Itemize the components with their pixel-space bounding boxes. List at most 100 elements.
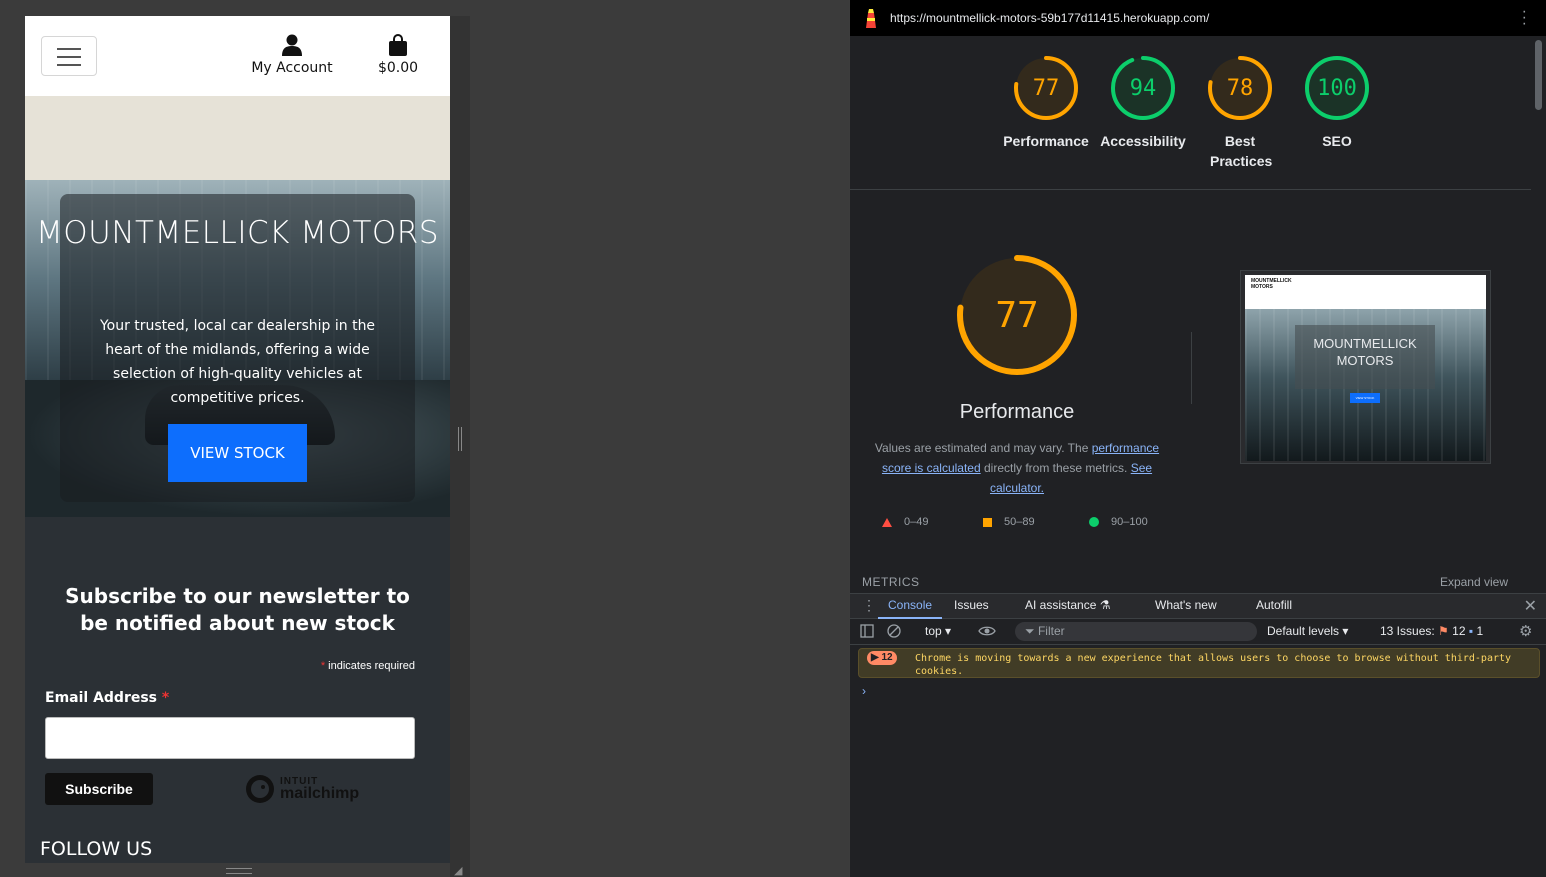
circle-icon (1089, 517, 1099, 527)
resize-handle-icon[interactable] (458, 427, 462, 451)
view-stock-button[interactable]: VIEW STOCK (168, 424, 307, 482)
score-gauge-best-practices[interactable]: 78 Best Practices (1190, 55, 1290, 171)
gauge-score: 94 (1129, 75, 1157, 101)
square-icon (983, 517, 992, 527)
legend-fail-label: 0–49 (904, 516, 929, 528)
score-gauge-accessibility[interactable]: 94 Accessibility (1093, 55, 1193, 151)
legend-fail: 0–49 (882, 516, 928, 528)
performance-description: Values are estimated and may vary. The p… (870, 438, 1164, 498)
corner-resize-handle-icon[interactable]: ◢ (454, 864, 466, 877)
gauge-label: Accessibility (1100, 133, 1186, 149)
mailchimp-freddie-icon (246, 775, 274, 803)
console-prompt[interactable]: › (862, 684, 866, 698)
performance-title: Performance (959, 401, 1075, 423)
lighthouse-icon (866, 9, 876, 28)
email-label-text: Email Address (45, 690, 158, 706)
gauge-score: 100 (1317, 75, 1357, 101)
drawer-menu-icon[interactable]: ⋮ (862, 597, 876, 614)
issues-label: 13 Issues: (1380, 624, 1435, 638)
chevron-down-icon: ▾ (1342, 624, 1349, 638)
context-value: top (925, 624, 942, 638)
log-levels-label: Default levels (1267, 624, 1340, 638)
description-text: Values are estimated and may vary. The (874, 441, 1092, 455)
scrollbar-thumb[interactable] (1535, 40, 1542, 110)
warning-text: Chrome is moving towards a new experienc… (915, 653, 1512, 677)
score-gauge-performance[interactable]: 77 Performance (996, 55, 1096, 151)
hamburger-menu-button[interactable] (41, 36, 97, 76)
follow-us-heading: FOLLOW US (40, 838, 153, 860)
my-account-link[interactable]: My Account (250, 34, 334, 76)
warning-flag-icon: ⚑ (1438, 624, 1449, 638)
lighthouse-url-bar: https://mountmellick-motors-59b177d11415… (850, 0, 1546, 36)
filter-placeholder: Filter (1037, 624, 1065, 638)
console-toolbar: top ▾ ⏷ Filter Default levels ▾ 13 Issue… (850, 619, 1546, 645)
console-settings-gear-icon[interactable]: ⚙ (1519, 622, 1532, 640)
close-drawer-icon[interactable]: ✕ (1524, 596, 1537, 616)
clear-console-icon[interactable] (887, 624, 901, 638)
thumbnail-title: MOUNTMELLICK MOTORS (1313, 336, 1417, 368)
mobile-viewport: My Account $0.00 MOUNTMELLICK MOTORS You… (25, 16, 450, 863)
vertical-divider (1191, 332, 1192, 404)
expand-arrow-icon: ▶ (871, 652, 879, 663)
eye-icon[interactable] (978, 625, 996, 637)
description-text-mid: directly from these metrics. (980, 461, 1131, 475)
mailchimp-brand-name: mailchimp (280, 785, 360, 802)
flask-icon: ⚗ (1099, 598, 1111, 612)
console-filter-input[interactable]: ⏷ Filter (1015, 622, 1257, 641)
legend-pass: 90–100 (1089, 516, 1148, 528)
filter-icon: ⏷ (1025, 624, 1035, 638)
tab-ai-assistance[interactable]: AI assistance ⚗ (1025, 598, 1110, 612)
tab-issues[interactable]: Issues (954, 598, 989, 612)
legend-pass-label: 90–100 (1111, 516, 1148, 528)
log-levels-dropdown[interactable]: Default levels ▾ (1267, 624, 1348, 638)
report-url[interactable]: https://mountmellick-motors-59b177d11415… (890, 11, 1209, 25)
legend-average-label: 50–89 (1004, 516, 1035, 528)
shopping-bag-link[interactable]: $0.00 (373, 34, 423, 76)
gauge-label: SEO (1322, 133, 1352, 149)
gauge-score: 77 (1032, 75, 1060, 101)
hero-title: MOUNTMELLICK MOTORS (35, 215, 439, 251)
triangle-icon (882, 517, 892, 527)
expand-view-link[interactable]: Expand view (1440, 575, 1508, 589)
gauge-label: Performance (1003, 133, 1089, 149)
lighthouse-report: 77 Performance 94 Accessibility 78 Best Pract… (850, 36, 1532, 594)
required-note-text: indicates required (325, 660, 415, 672)
email-field[interactable] (45, 717, 415, 759)
hero-subtitle: Your trusted, local car dealership in th… (99, 318, 376, 406)
final-screenshot-thumbnail[interactable]: MOUNTMELLICK MOTORS MOUNTMELLICK MOTORS … (1240, 270, 1491, 464)
context-selector[interactable]: top ▾ (925, 624, 951, 638)
issues-counter[interactable]: 13 Issues: ⚑ 12 ▪ 1 (1380, 624, 1483, 638)
drawer-tab-bar: ⋮ Console Issues AI assistance ⚗ What's … (850, 593, 1546, 619)
thumbnail-brand: MOUNTMELLICK MOTORS (1251, 278, 1292, 290)
tab-ai-assistance-label: AI assistance (1025, 598, 1097, 612)
score-gauge-seo[interactable]: 100 SEO (1287, 55, 1387, 151)
email-label: Email Address * (45, 690, 169, 706)
report-scrollbar[interactable] (1531, 36, 1546, 594)
sidebar-toggle-icon[interactable] (860, 624, 874, 638)
my-account-label: My Account (251, 60, 333, 76)
console-warning-message[interactable]: ▶ 12 Chrome is moving towards a new expe… (858, 648, 1540, 678)
divider (850, 189, 1532, 190)
subscribe-button[interactable]: Subscribe (45, 773, 153, 805)
user-icon (282, 34, 302, 56)
shopping-bag-icon (389, 34, 407, 56)
metrics-heading: METRICS (862, 575, 920, 589)
announcement-strip (25, 96, 450, 180)
more-options-icon[interactable]: · · · (1522, 4, 1527, 32)
email-required-asterisk: * (161, 690, 170, 706)
tab-autofill[interactable]: Autofill (1256, 598, 1292, 612)
message-repeat-badge[interactable]: ▶ 12 (867, 651, 897, 665)
repeat-count: 12 (881, 652, 893, 663)
tab-whats-new[interactable]: What's new (1155, 598, 1217, 612)
hero-section: MOUNTMELLICK MOTORS Your trusted, local … (25, 180, 450, 517)
info-message-icon: ▪ (1468, 624, 1474, 638)
devtools-panel: https://mountmellick-motors-59b177d11415… (849, 0, 1546, 877)
tab-console[interactable]: Console (888, 598, 932, 612)
bag-total: $0.00 (377, 60, 419, 76)
gauge-score: 78 (1226, 75, 1254, 101)
newsletter-heading: Subscribe to our newsletter to be notifi… (65, 584, 410, 635)
mailchimp-logo[interactable]: INTUIT mailchimp (244, 773, 359, 805)
bottom-resize-handle-icon[interactable] (226, 868, 252, 874)
site-navbar: My Account $0.00 (25, 16, 450, 96)
issues-info-count: 1 (1476, 624, 1484, 638)
